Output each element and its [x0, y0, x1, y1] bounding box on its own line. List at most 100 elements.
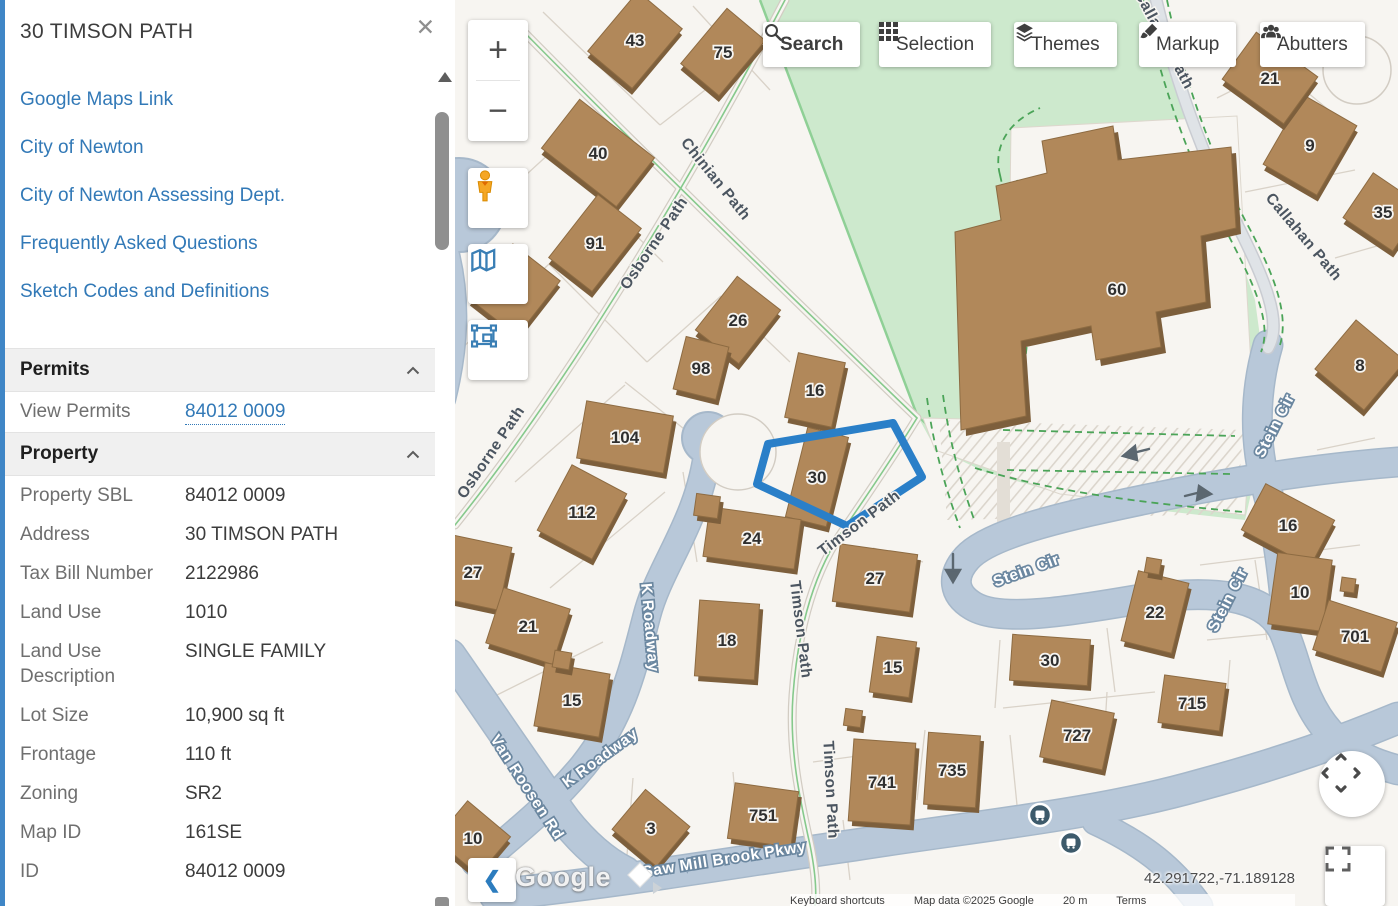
building-112: 112	[537, 465, 628, 566]
house-number: 16	[1279, 516, 1298, 535]
house-number: 9	[1305, 136, 1314, 155]
house-number: 75	[714, 43, 733, 62]
row-label: Land Use	[20, 600, 185, 625]
building	[552, 650, 575, 675]
keyboard-shortcuts-link[interactable]: Keyboard shortcuts	[790, 895, 885, 906]
row-label: Zoning	[20, 781, 185, 806]
building-22: 22	[1121, 571, 1192, 659]
button-label: Themes	[1031, 34, 1100, 56]
bus-stop-icon	[1029, 804, 1051, 826]
building-35: 35	[1343, 173, 1398, 258]
row-value: 30 TIMSON PATH	[185, 522, 338, 547]
pan-button[interactable]	[1319, 751, 1385, 817]
property-row: Frontage110 ft	[5, 735, 435, 774]
row-value: 10,900 sq ft	[185, 703, 284, 728]
section-header-permits[interactable]: Permits	[5, 348, 435, 392]
button-label: Abutters	[1277, 34, 1348, 56]
external-links-list: Google Maps LinkCity of NewtonCity of Ne…	[20, 76, 415, 316]
sidebar-link-2[interactable]: City of Newton Assessing Dept.	[20, 172, 415, 220]
house-number: 8	[1355, 356, 1364, 375]
building-43: 43	[588, 0, 683, 95]
section-title: Permits	[20, 359, 90, 381]
map-icon	[468, 244, 500, 276]
row-value: 2122986	[185, 561, 259, 586]
row-value: 161SE	[185, 820, 242, 845]
brush-icon	[1139, 22, 1159, 42]
search-icon	[763, 22, 783, 42]
house-number: 715	[1178, 694, 1206, 713]
row-value: SR2	[185, 781, 222, 806]
building	[1340, 577, 1359, 598]
row-label: Frontage	[20, 742, 185, 767]
house-number: 43	[626, 31, 645, 50]
chevron-left-icon: ❮	[483, 867, 501, 893]
zoom-in-button[interactable]: +	[468, 20, 528, 80]
pegman-button[interactable]	[468, 168, 528, 228]
building	[843, 708, 865, 733]
row-value: 84012 0009	[185, 483, 285, 508]
pegman-icon	[468, 168, 502, 202]
house-number: 27	[464, 563, 483, 582]
markup-button[interactable]: Markup	[1139, 22, 1236, 67]
property-row: ZoningSR2	[5, 774, 435, 813]
row-value: 1010	[185, 600, 227, 625]
building-75: 75	[681, 8, 766, 102]
house-number: 22	[1146, 603, 1165, 622]
select-extent-button[interactable]	[468, 320, 528, 380]
close-icon[interactable]: ✕	[416, 16, 435, 39]
property-row: Map ID161SE	[5, 813, 435, 852]
selection-button[interactable]: Selection	[879, 22, 991, 67]
map-data-credit: Map data ©2025 Google	[914, 895, 1034, 906]
section-header-property[interactable]: Property	[5, 432, 435, 476]
button-label: Markup	[1156, 34, 1219, 56]
scroll-up-icon[interactable]	[438, 72, 452, 82]
property-row: Lot Size10,900 sq ft	[5, 696, 435, 735]
fullscreen-icon	[1325, 846, 1351, 872]
fullscreen-button[interactable]	[1325, 846, 1385, 906]
scrollbar-thumb[interactable]	[435, 112, 449, 250]
zoom-out-button[interactable]: −	[468, 81, 528, 141]
sidebar-link-3[interactable]: Frequently Asked Questions	[20, 220, 415, 268]
house-number: 26	[729, 311, 748, 330]
map-marker-arrow-icon	[653, 882, 662, 894]
sidebar-link-0[interactable]: Google Maps Link	[20, 76, 415, 124]
house-number: 10	[464, 829, 483, 848]
permits-link[interactable]: 84012 0009	[185, 399, 285, 425]
building	[694, 493, 724, 524]
property-row: Property SBL84012 0009	[5, 476, 435, 515]
house-number: 35	[1374, 203, 1393, 222]
pan-arrows-icon	[1319, 751, 1363, 795]
house-number: 91	[586, 234, 605, 253]
search-button[interactable]: Search	[763, 22, 860, 67]
property-row: Address30 TIMSON PATH	[5, 515, 435, 554]
terms-link[interactable]: Terms	[1116, 895, 1146, 906]
cursor-coordinates: 42.291722,-71.189128	[1035, 870, 1295, 887]
layers-icon	[1014, 22, 1035, 43]
basemap-button[interactable]	[468, 244, 528, 304]
house-number: 21	[519, 617, 538, 636]
panel-title: 30 TIMSON PATH	[20, 20, 193, 44]
building-104: 104	[577, 401, 677, 479]
grid-icon	[879, 22, 898, 41]
sidebar-link-4[interactable]: Sketch Codes and Definitions	[20, 268, 415, 316]
scroll-down-icon[interactable]	[435, 897, 449, 906]
chevron-up-icon	[406, 450, 420, 459]
street-label: Osborne Path	[455, 403, 528, 502]
abutters-button[interactable]: Abutters	[1260, 22, 1365, 67]
themes-button[interactable]: Themes	[1014, 22, 1117, 67]
street-label: Callahan Path	[1262, 190, 1345, 284]
map-container: 4375409192698161043011224272721181515302…	[455, 0, 1398, 906]
collapse-sidebar-button[interactable]: ❮	[468, 858, 516, 902]
building-30: 30	[1009, 634, 1094, 691]
row-label: Address	[20, 522, 185, 547]
house-number: 30	[808, 468, 827, 487]
property-row: Land Use DescriptionSINGLE FAMILY	[5, 632, 435, 696]
zoom-control: + −	[468, 20, 528, 141]
house-number: 10	[1291, 583, 1310, 602]
house-number: 741	[868, 773, 896, 792]
sidebar-link-1[interactable]: City of Newton	[20, 124, 415, 172]
map-canvas[interactable]: 4375409192698161043011224272721181515302…	[455, 0, 1398, 906]
house-number: 15	[563, 691, 582, 710]
property-row: Tax Bill Number2122986	[5, 554, 435, 593]
house-number: 104	[611, 428, 640, 447]
